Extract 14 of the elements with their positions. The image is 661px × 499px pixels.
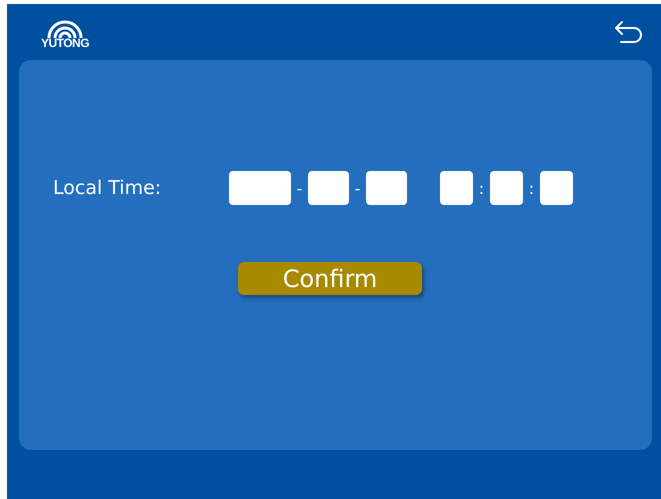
input-field[interactable]: [540, 171, 573, 205]
field-label: Local Time:: [53, 177, 162, 199]
back-icon[interactable]: [613, 20, 643, 44]
input-field[interactable]: [440, 171, 473, 205]
input-field[interactable]: [229, 171, 291, 205]
separator: :: [528, 178, 536, 198]
separator: -: [354, 178, 362, 198]
input-field[interactable]: [490, 171, 523, 205]
logo-text: YUTONG: [40, 36, 90, 48]
input-field[interactable]: [308, 171, 349, 205]
separator: -: [296, 178, 304, 198]
separator: :: [478, 178, 486, 198]
input-field[interactable]: [366, 171, 407, 205]
confirm-button[interactable]: Confirm: [238, 262, 422, 295]
